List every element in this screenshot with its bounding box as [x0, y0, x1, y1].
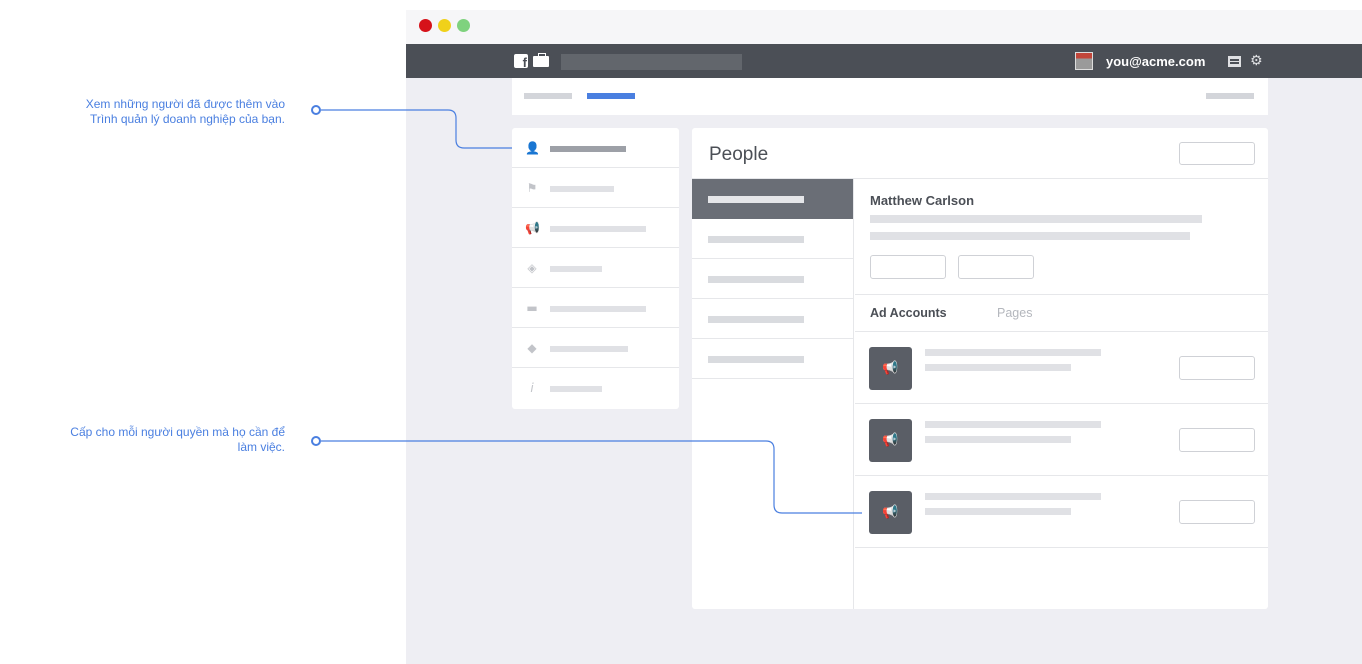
annotation-people: Xem những người đã được thêm vào Trình q…: [5, 97, 285, 127]
person-name: [708, 316, 804, 323]
page-title: People: [709, 144, 769, 165]
subnav-item[interactable]: [524, 93, 572, 99]
sidebar-item-label: [550, 386, 602, 392]
account-name: [925, 349, 1101, 356]
subnav-item-right[interactable]: [1206, 93, 1254, 99]
user-email[interactable]: you@acme.com: [1106, 54, 1205, 69]
sidebar-item-label: [550, 346, 628, 352]
search-input[interactable]: [561, 54, 742, 70]
person-info-line: [870, 215, 1202, 223]
sidebar-item-people[interactable]: 👤: [512, 128, 679, 168]
sidebar-item-info[interactable]: i: [512, 368, 679, 408]
info-icon: i: [530, 381, 534, 395]
list-item[interactable]: [692, 339, 853, 379]
person-icon: 👤: [525, 141, 540, 155]
person-detail: Matthew Carlson Ad Accounts Pages 📢 📢 📢: [855, 179, 1268, 609]
connector-dot: [311, 105, 321, 115]
megaphone-icon: 📢: [869, 419, 912, 462]
sidebar-item-pages[interactable]: ⚑: [512, 168, 679, 208]
list-item[interactable]: [692, 299, 853, 339]
tag-icon: ◆: [527, 341, 537, 355]
person-name: [708, 236, 804, 243]
person-name: [708, 356, 804, 363]
list-item[interactable]: [692, 259, 853, 299]
people-list: [692, 179, 854, 609]
sidebar-item-payments[interactable]: ▬: [512, 288, 679, 328]
annotation-line: Xem những người đã được thêm vào: [85, 97, 285, 111]
account-permission-button[interactable]: [1179, 500, 1255, 524]
grid-icon[interactable]: [1228, 56, 1241, 67]
account-name: [925, 493, 1101, 500]
close-window-button[interactable]: [419, 19, 432, 32]
account-role: [925, 508, 1071, 515]
annotation-line: Cấp cho mỗi người quyền mà họ cần để: [70, 425, 285, 439]
sidebar: 👤 ⚑ 📢 ◈ ▬ ◆ i: [512, 128, 679, 409]
account-role: [925, 364, 1071, 371]
sidebar-item-label: [550, 186, 614, 192]
connector-dot: [311, 436, 321, 446]
edit-button[interactable]: [870, 255, 946, 279]
maximize-window-button[interactable]: [457, 19, 470, 32]
flag-icon: ⚑: [526, 181, 538, 195]
account-permission-button[interactable]: [1179, 428, 1255, 452]
people-panel: People Matthew Carlson Ad Accounts Pages…: [692, 128, 1268, 609]
list-item[interactable]: [692, 219, 853, 259]
sidebar-item-ad-accounts[interactable]: 📢: [512, 208, 679, 248]
card-icon: ▬: [526, 301, 538, 315]
remove-button[interactable]: [958, 255, 1034, 279]
sidebar-item-apps[interactable]: ◈: [512, 248, 679, 288]
avatar[interactable]: [1075, 52, 1093, 70]
facebook-icon[interactable]: [514, 54, 528, 70]
ad-account-row: 📢: [855, 332, 1268, 404]
sidebar-item-label: [550, 146, 626, 152]
browser-window: you@acme.com ⚙ 👤 ⚑ 📢 ◈ ▬ ◆: [406, 10, 1362, 664]
person-name: [708, 196, 804, 203]
sidebar-item-label: [550, 226, 646, 232]
person-name-heading: Matthew Carlson: [870, 193, 975, 208]
ad-account-row: 📢: [855, 404, 1268, 476]
subnav-item-active[interactable]: [587, 93, 635, 99]
sidebar-item-label: [550, 266, 602, 272]
sidebar-item-label: [550, 306, 646, 312]
divider: [855, 294, 1268, 295]
sidebar-item-tags[interactable]: ◆: [512, 328, 679, 368]
top-navigation-bar: you@acme.com ⚙: [406, 44, 1362, 78]
sub-navigation: [512, 78, 1268, 115]
account-permission-button[interactable]: [1179, 356, 1255, 380]
box-icon: ◈: [527, 261, 537, 275]
add-people-button[interactable]: [1179, 142, 1255, 165]
ad-account-row: 📢: [855, 476, 1268, 548]
list-item-selected[interactable]: [692, 179, 853, 219]
tab-ad-accounts[interactable]: Ad Accounts: [870, 306, 947, 320]
tab-pages[interactable]: Pages: [997, 306, 1032, 320]
account-name: [925, 421, 1101, 428]
megaphone-icon: 📢: [869, 491, 912, 534]
minimize-window-button[interactable]: [438, 19, 451, 32]
megaphone-icon: 📢: [525, 221, 540, 235]
megaphone-icon: 📢: [869, 347, 912, 390]
annotation-line: làm việc.: [237, 440, 285, 454]
window-titlebar: [406, 10, 1362, 44]
person-name: [708, 276, 804, 283]
account-role: [925, 436, 1071, 443]
person-info-line: [870, 232, 1190, 240]
gear-icon[interactable]: ⚙: [1250, 53, 1263, 69]
annotation-permissions: Cấp cho mỗi người quyền mà họ cần để làm…: [5, 425, 285, 455]
annotation-line: Trình quản lý doanh nghiệp của bạn.: [89, 112, 285, 126]
briefcase-icon[interactable]: [533, 53, 549, 67]
